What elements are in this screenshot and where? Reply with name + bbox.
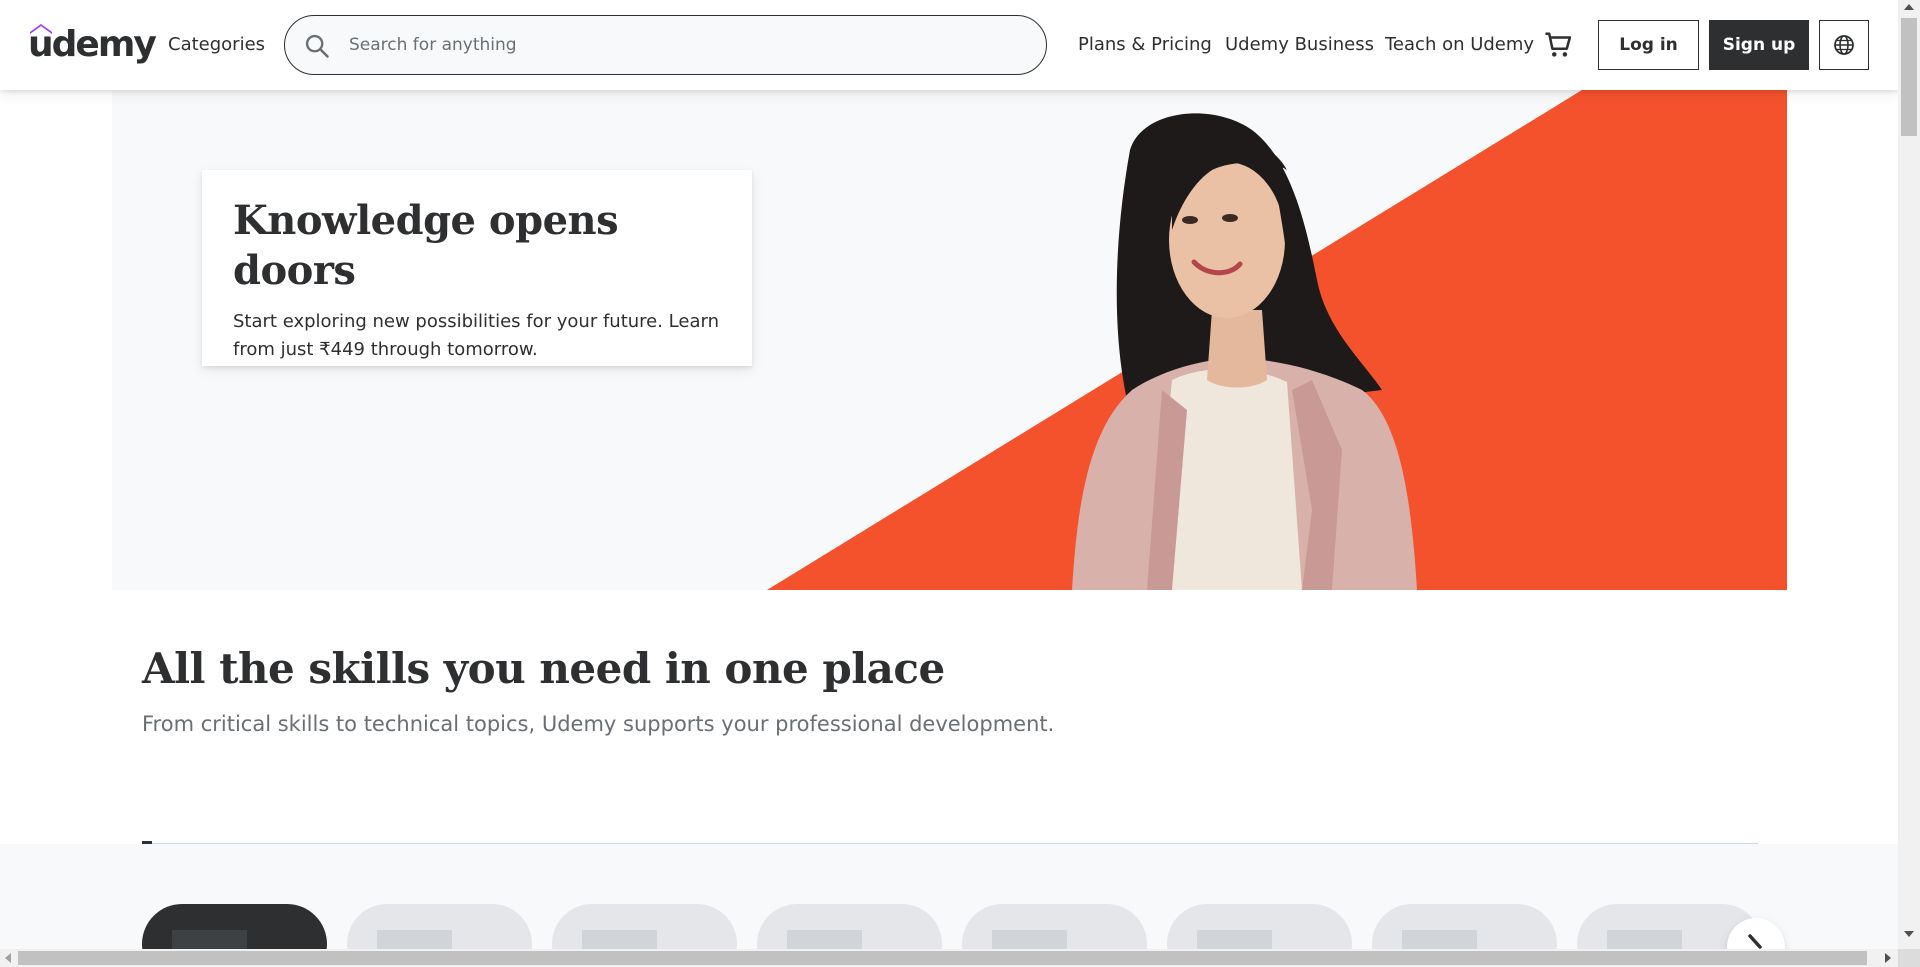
skill-pill-placeholder[interactable] bbox=[142, 904, 327, 949]
horizontal-scroll-thumb[interactable] bbox=[18, 951, 1867, 965]
pill-placeholder-bar bbox=[377, 930, 452, 949]
nav-link-teach-on-udemy[interactable]: Teach on Udemy bbox=[1385, 33, 1534, 57]
scrollbar-corner bbox=[1898, 949, 1920, 967]
signup-button[interactable]: Sign up bbox=[1709, 20, 1809, 70]
skill-pill-placeholder[interactable] bbox=[552, 904, 737, 949]
scroll-left-arrow-icon[interactable] bbox=[5, 953, 11, 963]
scroll-right-arrow-icon[interactable] bbox=[1885, 953, 1891, 963]
hero-card: Knowledge opens doors Start exploring ne… bbox=[202, 170, 752, 366]
nav-link-udemy-business[interactable]: Udemy Business bbox=[1225, 33, 1374, 57]
search-icon[interactable] bbox=[303, 32, 331, 60]
skill-pill-placeholder[interactable] bbox=[1372, 904, 1557, 949]
skills-subtitle: From critical skills to technical topics… bbox=[142, 712, 1055, 736]
skills-title: All the skills you need in one place bbox=[142, 644, 945, 693]
pill-placeholder-bar bbox=[1197, 930, 1272, 949]
categories-link[interactable]: Categories bbox=[168, 33, 265, 57]
udemy-logo[interactable]: udemy bbox=[28, 22, 157, 68]
language-button[interactable] bbox=[1819, 20, 1869, 70]
hero-text: Start exploring new possibilities for yo… bbox=[233, 311, 719, 360]
hero-banner: Knowledge opens doors Start exploring ne… bbox=[112, 90, 1787, 590]
logo-cap-icon bbox=[30, 24, 52, 34]
hero-title: Knowledge opens doors bbox=[233, 197, 619, 294]
scroll-up-arrow-icon[interactable] bbox=[1904, 4, 1914, 10]
pill-placeholder-bar bbox=[787, 930, 862, 949]
skill-pill-placeholder[interactable] bbox=[347, 904, 532, 949]
skills-pill-carousel bbox=[0, 844, 1898, 949]
vertical-scrollbar[interactable] bbox=[1898, 0, 1920, 949]
nav-link-plans-pricing[interactable]: Plans & Pricing bbox=[1078, 33, 1212, 57]
pill-placeholder-bar bbox=[992, 930, 1067, 949]
scroll-down-arrow-icon[interactable] bbox=[1904, 931, 1914, 937]
skill-pill-placeholder[interactable] bbox=[1167, 904, 1352, 949]
skill-pill-placeholder[interactable] bbox=[962, 904, 1147, 949]
search-bar[interactable] bbox=[284, 15, 1047, 75]
vertical-scroll-thumb[interactable] bbox=[1901, 18, 1917, 136]
login-button[interactable]: Log in bbox=[1598, 20, 1699, 70]
pill-placeholder-bar bbox=[1607, 930, 1682, 949]
site-header: udemy Categories Plans & Pricing Udemy B… bbox=[0, 0, 1898, 90]
skill-pill-placeholder[interactable] bbox=[757, 904, 942, 949]
cart-icon[interactable] bbox=[1543, 30, 1573, 60]
globe-icon bbox=[1834, 35, 1854, 55]
pill-placeholder-bar bbox=[172, 930, 247, 949]
search-input[interactable] bbox=[349, 16, 1029, 74]
horizontal-scrollbar[interactable] bbox=[0, 949, 1898, 967]
pill-placeholder-bar bbox=[1402, 930, 1477, 949]
pill-placeholder-bar bbox=[582, 930, 657, 949]
